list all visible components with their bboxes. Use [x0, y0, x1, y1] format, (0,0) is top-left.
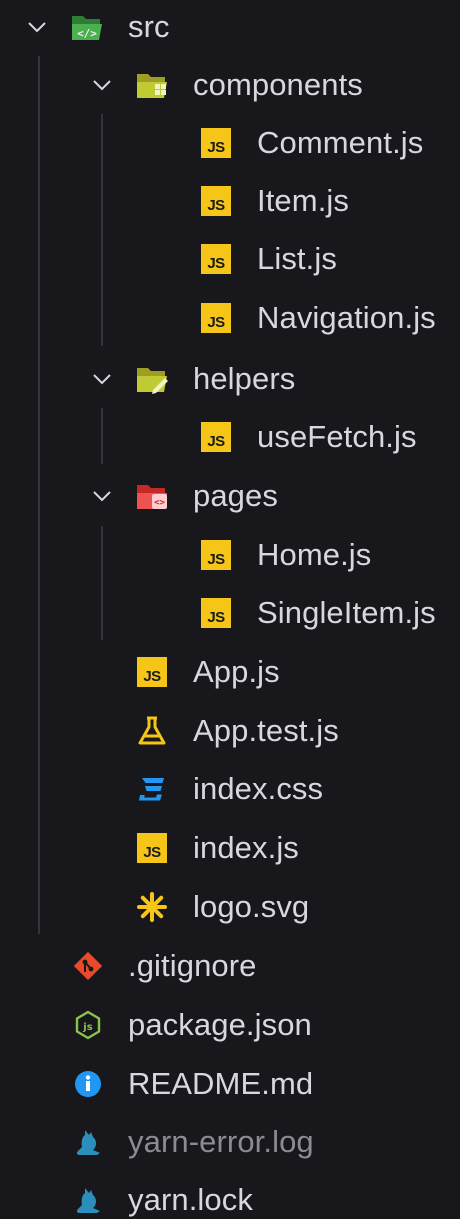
tree-item-file[interactable]: yarn-error.log [0, 1113, 460, 1171]
tree-item-file[interactable]: JS Home.js [0, 526, 460, 584]
tree-item-label: Navigation.js [257, 300, 436, 335]
file-explorer-tree: </> src components JS Comment.js JS Item… [0, 0, 460, 1219]
tree-item-label: List.js [257, 241, 337, 276]
tree-item-label: Comment.js [257, 125, 424, 160]
tree-item-file[interactable]: logo.svg [0, 878, 460, 936]
tree-item-file[interactable]: JS List.js [0, 230, 460, 288]
tree-item-label: helpers [193, 361, 296, 396]
javascript-icon: JS [135, 655, 169, 689]
javascript-icon: JS [135, 831, 169, 865]
test-flask-icon [135, 714, 169, 748]
folder-components-open-icon [135, 68, 169, 102]
javascript-icon: JS [199, 301, 233, 335]
folder-src-open-icon: </> [70, 10, 104, 44]
tree-item-label: index.css [193, 771, 324, 806]
svg-text:</>: </> [77, 27, 97, 40]
javascript-icon: JS [199, 184, 233, 218]
tree-item-file[interactable]: index.css [0, 760, 460, 818]
javascript-icon: JS [199, 242, 233, 276]
tree-item-file[interactable]: yarn.lock [0, 1171, 460, 1219]
svg-text:js: js [82, 1022, 92, 1033]
tree-item-file[interactable]: JS Comment.js [0, 114, 460, 172]
svg-text:<>: <> [154, 498, 165, 508]
tree-item-label: Item.js [257, 183, 349, 218]
info-icon [71, 1067, 105, 1101]
tree-item-folder-helpers[interactable]: helpers [0, 350, 460, 408]
css-icon [135, 772, 169, 806]
tree-item-label: pages [193, 478, 278, 513]
svg-asterisk-icon [135, 890, 169, 924]
tree-item-folder-components[interactable]: components [0, 56, 460, 114]
tree-item-file[interactable]: README.md [0, 1055, 460, 1113]
tree-item-label: useFetch.js [257, 419, 417, 454]
tree-item-file[interactable]: JS App.js [0, 643, 460, 701]
tree-item-label: Home.js [257, 537, 372, 572]
tree-item-label: .gitignore [128, 948, 257, 983]
tree-item-file[interactable]: js package.json [0, 996, 460, 1054]
tree-item-label: README.md [128, 1066, 314, 1101]
tree-item-file[interactable]: JS Navigation.js [0, 289, 460, 347]
tree-item-file[interactable]: .gitignore [0, 937, 460, 995]
tree-item-label: components [193, 67, 363, 102]
tree-item-file[interactable]: JS index.js [0, 819, 460, 877]
tree-item-label: yarn-error.log [128, 1124, 314, 1159]
javascript-icon: JS [199, 126, 233, 160]
tree-item-label: package.json [128, 1007, 312, 1042]
tree-item-folder-pages[interactable]: <> pages [0, 467, 460, 525]
tree-item-folder-src[interactable]: </> src [0, 0, 460, 56]
tree-item-file[interactable]: JS SingleItem.js [0, 584, 460, 642]
yarn-icon [71, 1125, 105, 1159]
chevron-down-icon[interactable] [89, 483, 115, 509]
tree-item-label: App.js [193, 654, 280, 689]
javascript-icon: JS [199, 420, 233, 454]
yarn-icon [71, 1183, 105, 1217]
chevron-down-icon[interactable] [89, 72, 115, 98]
tree-item-file[interactable]: App.test.js [0, 702, 460, 760]
chevron-down-icon[interactable] [24, 14, 50, 40]
folder-pages-open-icon: <> [135, 479, 169, 513]
tree-item-label: logo.svg [193, 889, 310, 924]
tree-item-label: src [128, 9, 170, 44]
tree-item-label: SingleItem.js [257, 595, 436, 630]
javascript-icon: JS [199, 596, 233, 630]
tree-item-label: yarn.lock [128, 1182, 253, 1217]
nodejs-icon: js [71, 1008, 105, 1042]
git-icon [71, 949, 105, 983]
javascript-icon: JS [199, 538, 233, 572]
tree-item-file[interactable]: JS useFetch.js [0, 408, 460, 466]
tree-item-label: App.test.js [193, 713, 339, 748]
chevron-down-icon[interactable] [89, 366, 115, 392]
folder-helpers-open-icon [135, 362, 169, 396]
tree-item-label: index.js [193, 830, 299, 865]
tree-item-file[interactable]: JS Item.js [0, 172, 460, 230]
